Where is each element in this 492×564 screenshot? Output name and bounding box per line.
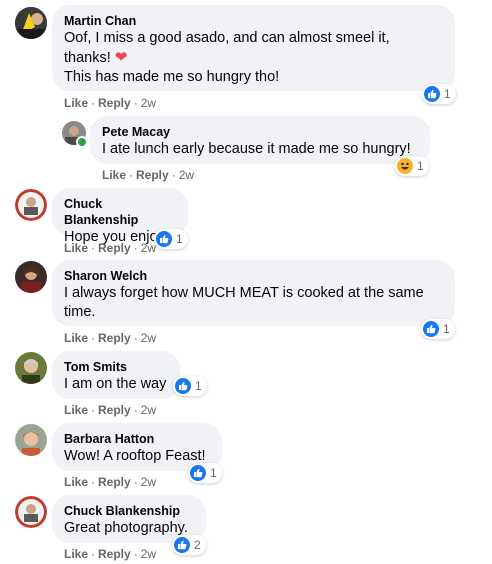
reaction-number: 2 [194, 538, 201, 552]
timestamp[interactable]: 2w [141, 241, 156, 255]
comment-actions: Like · Reply · 2w [64, 547, 157, 561]
comment-author[interactable]: Chuck Blankenship [64, 503, 194, 519]
comment-actions: Like · Reply · 2w [64, 331, 157, 345]
avatar-image [15, 496, 47, 528]
reaction-count[interactable]: 1 [422, 84, 456, 104]
comment-text-line: This has made me so hungry tho! [64, 69, 280, 85]
reaction-number: 1 [195, 379, 202, 393]
reply-link[interactable]: Reply [98, 403, 131, 417]
like-icon [423, 321, 439, 337]
avatar[interactable] [15, 189, 47, 221]
reply-link[interactable]: Reply [98, 331, 131, 345]
reaction-number: 1 [443, 322, 450, 336]
like-link[interactable]: Like [64, 403, 88, 417]
comment-author[interactable]: Barbara Hatton [64, 431, 210, 447]
avatar[interactable] [15, 424, 47, 456]
like-link[interactable]: Like [102, 168, 126, 182]
comment-bubble: Tom Smits I am on the way [52, 351, 180, 399]
comment-author[interactable]: Sharon Welch [64, 268, 443, 284]
like-icon [424, 86, 440, 102]
comment-text-line: I ate lunch early because it made me so … [102, 141, 411, 157]
comment-actions: Like · Reply · 2w [102, 168, 195, 182]
like-link[interactable]: Like [64, 241, 88, 255]
timestamp[interactable]: 2w [141, 96, 156, 110]
comment-text-line: Oof, I miss a good asado, and can almost… [64, 30, 390, 46]
like-link[interactable]: Like [64, 96, 88, 110]
like-link[interactable]: Like [64, 331, 88, 345]
avatar[interactable] [15, 261, 47, 293]
timestamp[interactable]: 2w [141, 331, 156, 345]
comment-actions: Like · Reply · 2w [64, 403, 157, 417]
reply-link[interactable]: Reply [98, 547, 131, 561]
avatar[interactable] [15, 7, 47, 39]
comment-text-line: thanks! ❤ [64, 49, 128, 66]
reaction-count[interactable]: 1 [421, 319, 455, 339]
avatar-image [15, 7, 47, 39]
comment-text-line: Great photography. [64, 520, 188, 536]
reaction-number: 1 [210, 466, 217, 480]
reply-link[interactable]: Reply [98, 475, 131, 489]
like-link[interactable]: Like [64, 547, 88, 561]
online-status-icon [76, 136, 88, 148]
reaction-count[interactable]: 2 [172, 535, 206, 555]
heart-emoji-icon: ❤ [114, 49, 128, 66]
avatar[interactable] [15, 496, 47, 528]
reaction-number: 1 [417, 159, 424, 173]
reaction-count[interactable]: 1 [154, 229, 188, 249]
comment-text-line: time. [64, 304, 96, 320]
comment-actions: Like · Reply · 2w [64, 475, 157, 489]
comment-author[interactable]: Martin Chan [64, 13, 443, 29]
avatar-image [15, 352, 47, 384]
like-icon [190, 465, 206, 481]
haha-icon [397, 158, 413, 174]
comment-author[interactable]: Chuck Blankenship [64, 196, 176, 228]
reply-link[interactable]: Reply [98, 241, 131, 255]
reply-link[interactable]: Reply [136, 168, 169, 182]
comment-text-line: I am on the way [64, 376, 167, 392]
reaction-number: 1 [444, 87, 451, 101]
comment-actions: Like · Reply · 2w [64, 241, 157, 255]
comment-text-line: Wow! A rooftop Feast! [64, 448, 206, 464]
timestamp[interactable]: 2w [179, 168, 194, 182]
comment-actions: Like · Reply · 2w [64, 96, 157, 110]
reaction-count[interactable]: 1 [188, 463, 222, 483]
comment-bubble: Sharon Welch I always forget how MUCH ME… [52, 260, 455, 326]
comment-author[interactable]: Tom Smits [64, 359, 168, 375]
avatar-image [15, 261, 47, 293]
like-icon [174, 537, 190, 553]
avatar-image [15, 424, 47, 456]
like-icon [156, 231, 172, 247]
like-link[interactable]: Like [64, 475, 88, 489]
timestamp[interactable]: 2w [141, 547, 156, 561]
avatar[interactable] [15, 352, 47, 384]
timestamp[interactable]: 2w [141, 403, 156, 417]
comment-text-line: I always forget how MUCH MEAT is cooked … [64, 285, 424, 301]
like-icon [175, 378, 191, 394]
timestamp[interactable]: 2w [141, 475, 156, 489]
avatar-image [15, 189, 47, 221]
reaction-number: 1 [176, 232, 183, 246]
reaction-count[interactable]: 1 [173, 376, 207, 396]
comment-author[interactable]: Pete Macay [102, 124, 418, 140]
comment-bubble: Pete Macay I ate lunch early because it … [90, 116, 430, 164]
reply-link[interactable]: Reply [98, 96, 131, 110]
reaction-count[interactable]: 1 [395, 156, 429, 176]
comment-bubble: Martin Chan Oof, I miss a good asado, an… [52, 5, 455, 91]
